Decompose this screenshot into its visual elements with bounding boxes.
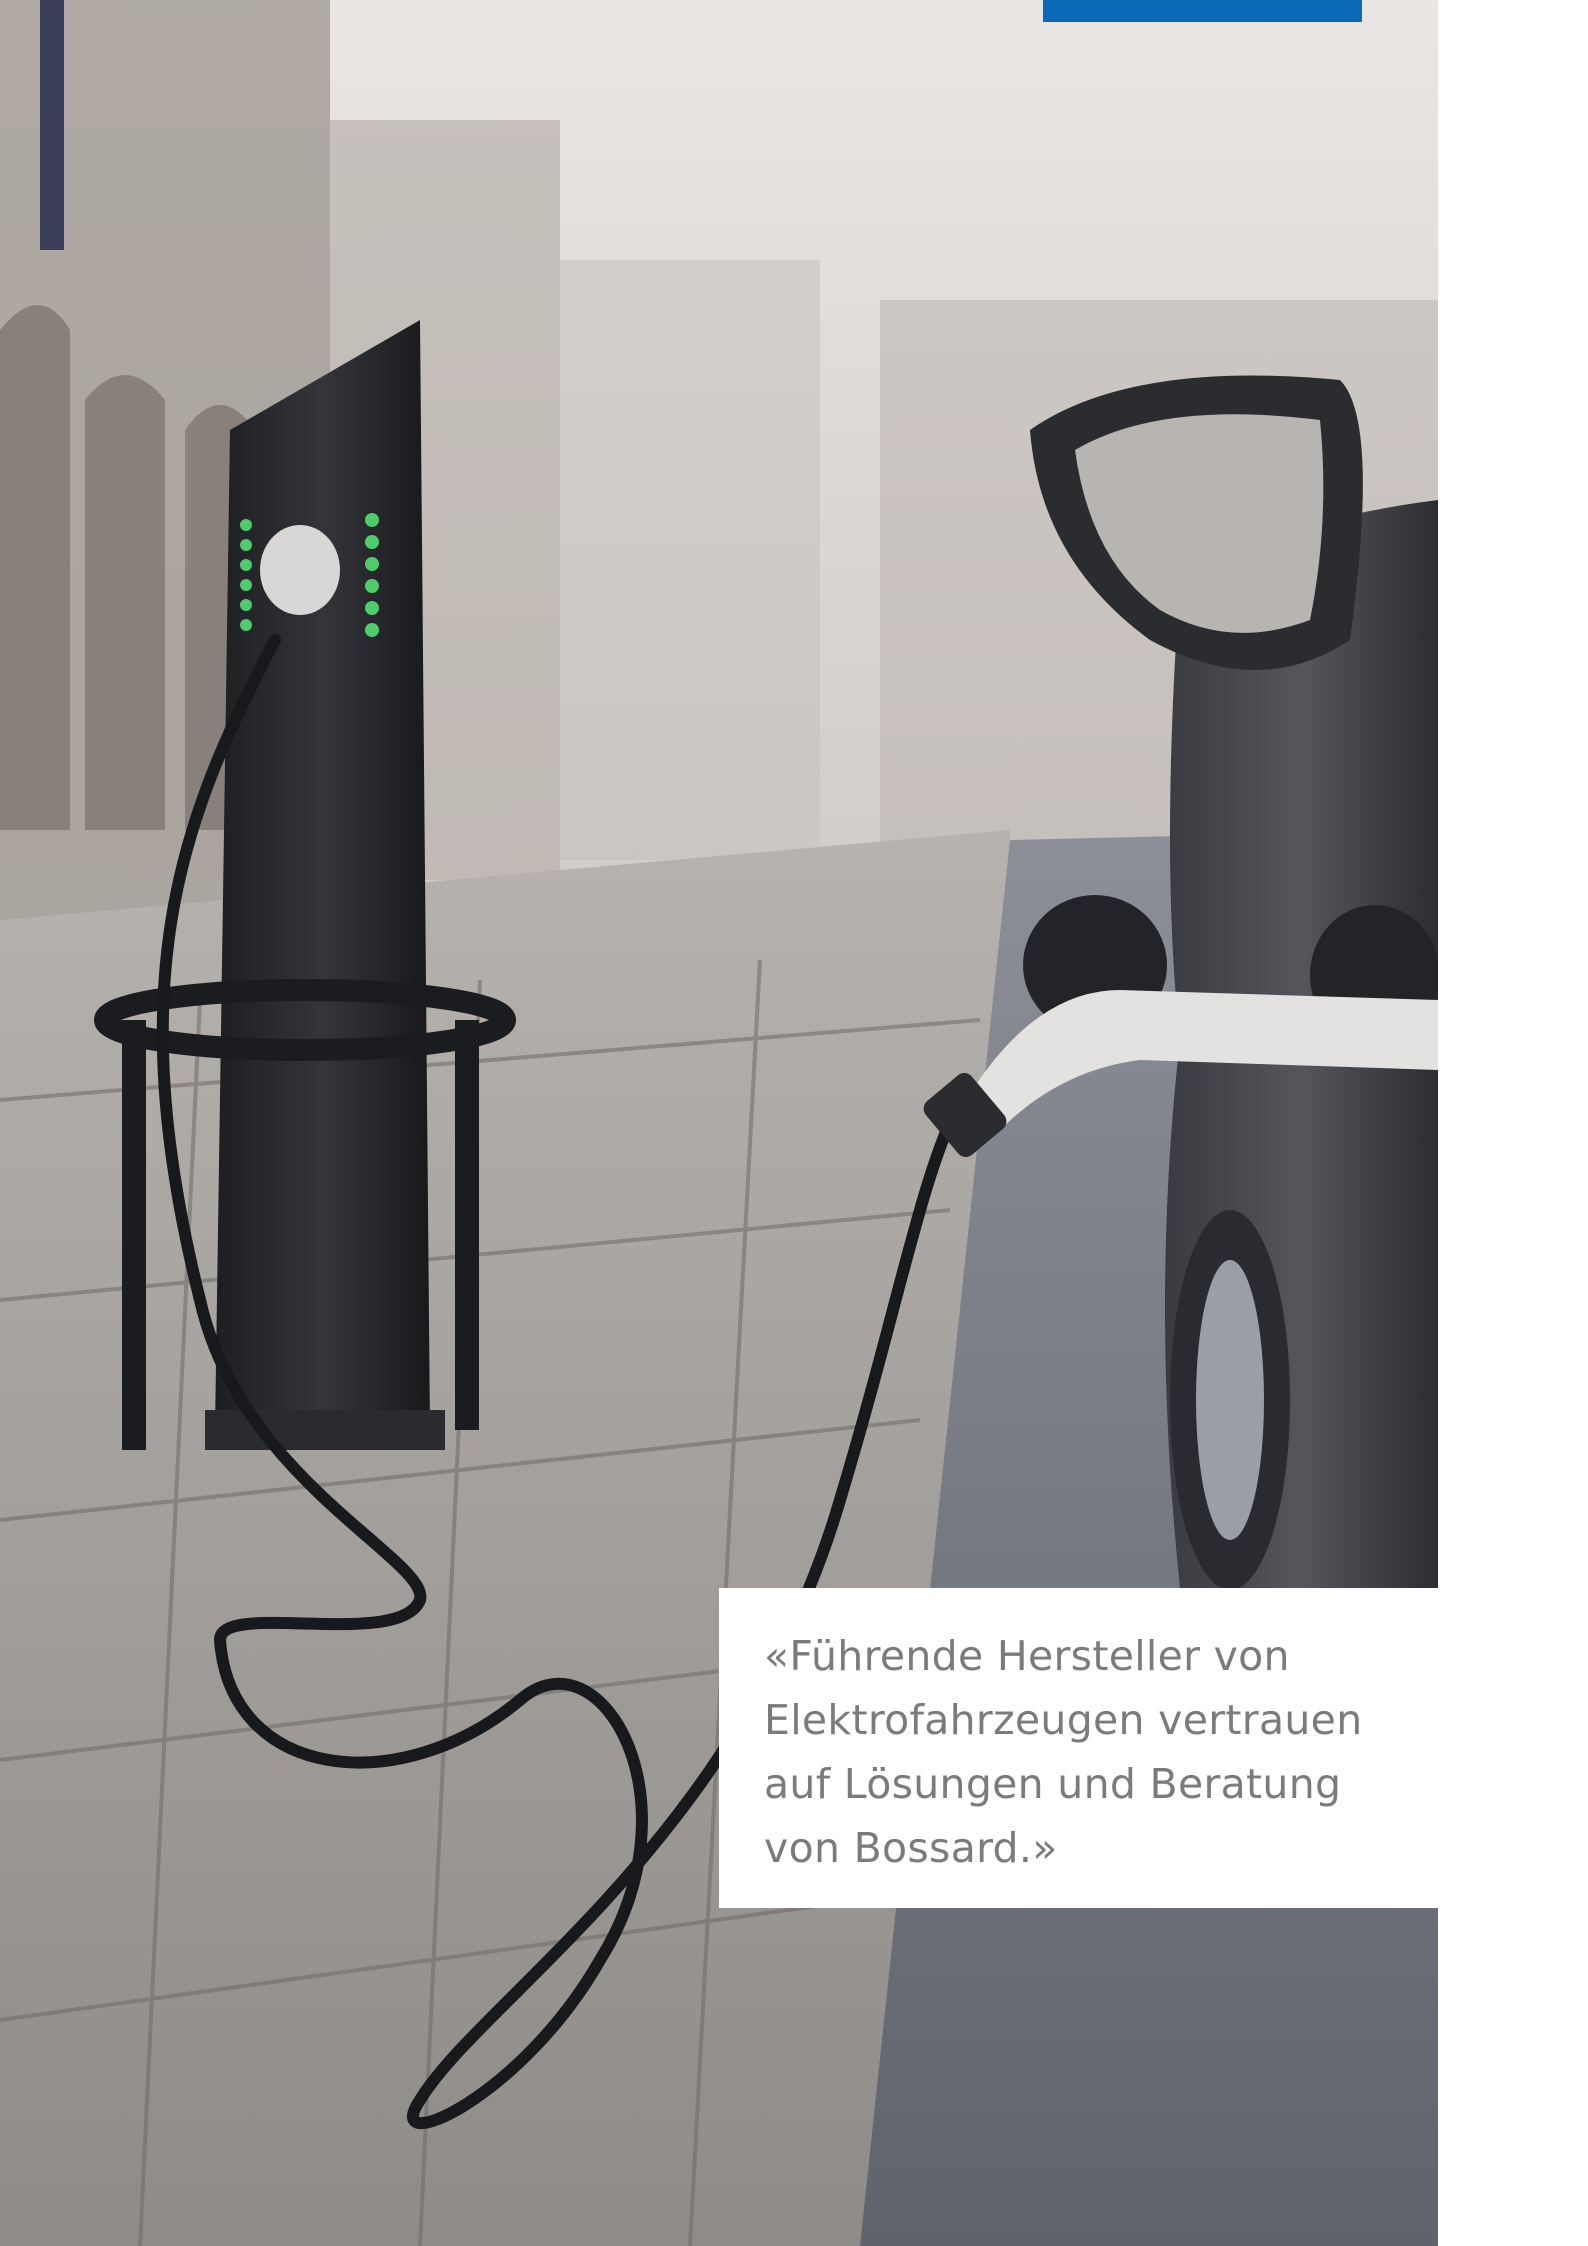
quote-text: «Führende Hersteller von Elektrofahrzeug… xyxy=(764,1624,1414,1880)
quote-line: von Bossard.» xyxy=(764,1824,1058,1872)
quote-line: «Führende Hersteller von xyxy=(764,1632,1290,1680)
page: «Führende Hersteller von Elektrofahrzeug… xyxy=(0,0,1588,2246)
photo-illustration xyxy=(0,0,1438,2246)
accent-tab xyxy=(1043,0,1362,22)
quote-box: «Führende Hersteller von Elektrofahrzeug… xyxy=(719,1588,1438,1908)
ev-charging-photo xyxy=(0,0,1438,2246)
quote-line: Elektrofahrzeugen vertrauen xyxy=(764,1696,1363,1744)
quote-line: auf Lösungen und Beratung xyxy=(764,1760,1342,1808)
